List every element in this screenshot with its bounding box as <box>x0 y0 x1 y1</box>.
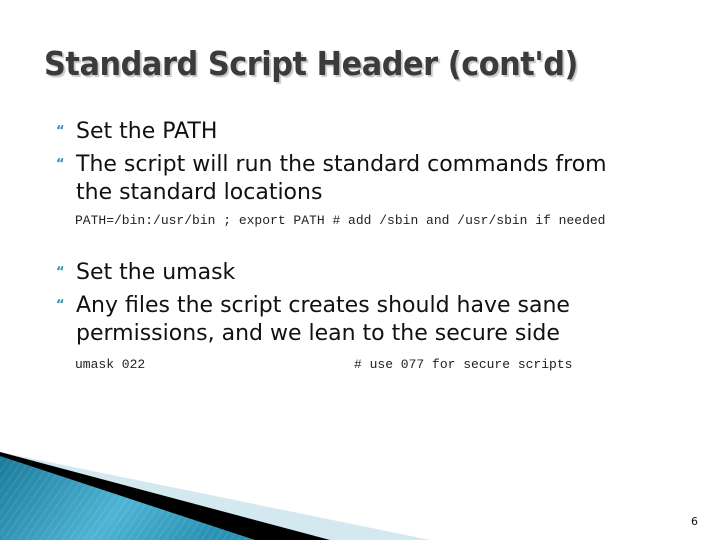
slide-title: Standard Script Header (cont'd) <box>44 44 578 83</box>
blue-wedge <box>0 456 255 540</box>
bullet-text: The script will run the standard command… <box>76 152 607 177</box>
black-band <box>0 452 330 540</box>
blue-wedge-stripes <box>0 456 255 540</box>
bullet-text: Any files the script creates should have… <box>76 293 570 318</box>
quote-bullet-icon: “ <box>56 298 65 313</box>
page-number: 6 <box>691 515 698 528</box>
light-blue-band <box>0 452 430 540</box>
code-path: PATH=/bin:/usr/bin ; export PATH # add /… <box>75 213 606 228</box>
bullet-text: the standard locations <box>76 180 323 205</box>
bullet-text: Set the PATH <box>76 119 218 144</box>
bullet-text: Set the umask <box>76 260 236 285</box>
code-umask-comment: # use 077 for secure scripts <box>354 357 573 372</box>
quote-bullet-icon: “ <box>56 124 65 139</box>
bullet-text: permissions, and we lean to the secure s… <box>76 321 560 346</box>
code-umask: umask 022 <box>75 357 146 372</box>
quote-bullet-icon: “ <box>56 265 65 280</box>
quote-bullet-icon: “ <box>56 157 65 172</box>
